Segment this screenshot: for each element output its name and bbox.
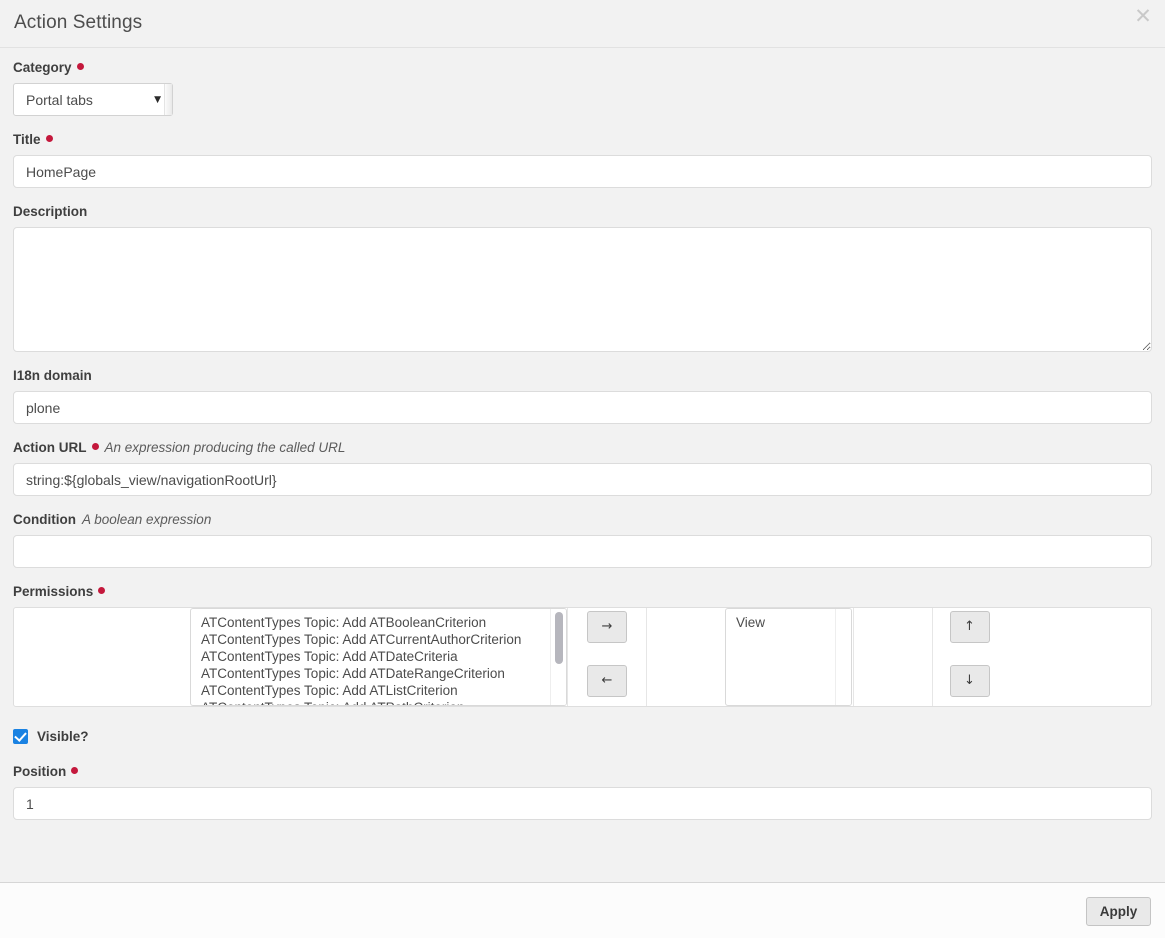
category-label-text: Category bbox=[13, 60, 72, 75]
list-item[interactable]: View bbox=[726, 614, 851, 631]
i18n-domain-label: I18n domain bbox=[13, 368, 1152, 384]
list-item[interactable]: ATContentTypes Topic: Add ATPathCriterio… bbox=[191, 699, 566, 706]
add-permission-button[interactable]: → bbox=[587, 611, 627, 643]
available-permissions-listbox[interactable]: ATContentTypes Topic: Add ATBooleanCrite… bbox=[190, 608, 567, 706]
field-permissions: Permissions ATContentTypes Topic: Add AT… bbox=[13, 584, 1152, 707]
list-item[interactable]: ATContentTypes Topic: Add ATDateCriteria bbox=[191, 648, 566, 665]
title-label-text: Title bbox=[13, 132, 41, 147]
list-item[interactable]: ATContentTypes Topic: Add ATDateRangeCri… bbox=[191, 665, 566, 682]
title-input[interactable] bbox=[13, 155, 1152, 188]
required-dot-icon bbox=[98, 587, 105, 594]
visible-label: Visible? bbox=[37, 729, 89, 744]
permissions-order-buttons: ↑ ↓ bbox=[933, 608, 1006, 706]
condition-label: Condition A boolean expression bbox=[13, 512, 1152, 528]
action-url-input[interactable] bbox=[13, 463, 1152, 496]
action-url-label-text: Action URL bbox=[13, 440, 87, 455]
position-input[interactable] bbox=[13, 787, 1152, 820]
title-label: Title bbox=[13, 132, 1152, 148]
visible-checkbox[interactable] bbox=[13, 729, 28, 744]
close-icon[interactable]: ✕ bbox=[1130, 3, 1156, 29]
apply-button[interactable]: Apply bbox=[1086, 897, 1151, 926]
permissions-label: Permissions bbox=[13, 584, 1152, 600]
description-textarea[interactable] bbox=[13, 227, 1152, 352]
field-visible: Visible? bbox=[13, 729, 1152, 744]
required-dot-icon bbox=[46, 135, 53, 142]
selected-permissions-cell: View bbox=[725, 608, 853, 706]
scrollbar-thumb[interactable] bbox=[555, 612, 563, 664]
field-title: Title bbox=[13, 132, 1152, 188]
condition-input[interactable] bbox=[13, 535, 1152, 568]
permissions-label-text: Permissions bbox=[13, 584, 93, 599]
field-condition: Condition A boolean expression bbox=[13, 512, 1152, 568]
position-label-text: Position bbox=[13, 764, 66, 779]
category-select-wrap: Portal tabs ▼ bbox=[13, 83, 173, 116]
modal-body: Category Portal tabs ▼ Title Description bbox=[0, 48, 1165, 882]
selected-permissions-scrollbar[interactable] bbox=[835, 609, 851, 705]
available-permissions-cell: ATContentTypes Topic: Add ATBooleanCrite… bbox=[190, 608, 567, 706]
list-item[interactable]: ATContentTypes Topic: Add ATCurrentAutho… bbox=[191, 631, 566, 648]
selected-permissions-listbox[interactable]: View bbox=[725, 608, 852, 706]
available-permissions-scrollbar[interactable] bbox=[550, 609, 566, 705]
field-category: Category Portal tabs ▼ bbox=[13, 60, 1152, 116]
permissions-widget: ATContentTypes Topic: Add ATBooleanCrite… bbox=[13, 607, 1152, 707]
description-label-text: Description bbox=[13, 204, 87, 219]
description-label: Description bbox=[13, 204, 1152, 220]
list-item[interactable]: ATContentTypes Topic: Add ATListCriterio… bbox=[191, 682, 566, 699]
field-action-url: Action URL An expression producing the ca… bbox=[13, 440, 1152, 496]
i18n-domain-label-text: I18n domain bbox=[13, 368, 92, 383]
condition-hint: A boolean expression bbox=[82, 512, 211, 527]
category-label: Category bbox=[13, 60, 1152, 76]
action-url-hint: An expression producing the called URL bbox=[105, 440, 346, 455]
action-url-label: Action URL An expression producing the ca… bbox=[13, 440, 1152, 456]
move-up-button[interactable]: ↑ bbox=[950, 611, 990, 643]
permissions-transfer-buttons: → ← bbox=[568, 608, 646, 706]
modal-footer: Apply bbox=[0, 882, 1165, 938]
modal-header: Action Settings ✕ bbox=[0, 0, 1165, 48]
page-title: Action Settings bbox=[14, 12, 142, 34]
field-i18n-domain: I18n domain bbox=[13, 368, 1152, 424]
category-select[interactable]: Portal tabs bbox=[13, 83, 173, 116]
condition-label-text: Condition bbox=[13, 512, 76, 527]
remove-permission-button[interactable]: ← bbox=[587, 665, 627, 697]
list-item[interactable]: ATContentTypes Topic: Add ATBooleanCrite… bbox=[191, 614, 566, 631]
position-label: Position bbox=[13, 764, 1152, 780]
action-settings-modal: Action Settings ✕ Category Portal tabs ▼… bbox=[0, 0, 1165, 938]
required-dot-icon bbox=[92, 443, 99, 450]
field-description: Description bbox=[13, 204, 1152, 352]
field-position: Position bbox=[13, 764, 1152, 820]
permissions-spacer-cell-2 bbox=[854, 608, 932, 706]
i18n-domain-input[interactable] bbox=[13, 391, 1152, 424]
required-dot-icon bbox=[71, 767, 78, 774]
move-down-button[interactable]: ↓ bbox=[950, 665, 990, 697]
required-dot-icon bbox=[77, 63, 84, 70]
permissions-spacer-cell bbox=[647, 608, 725, 706]
permissions-blank-cell bbox=[14, 608, 190, 706]
